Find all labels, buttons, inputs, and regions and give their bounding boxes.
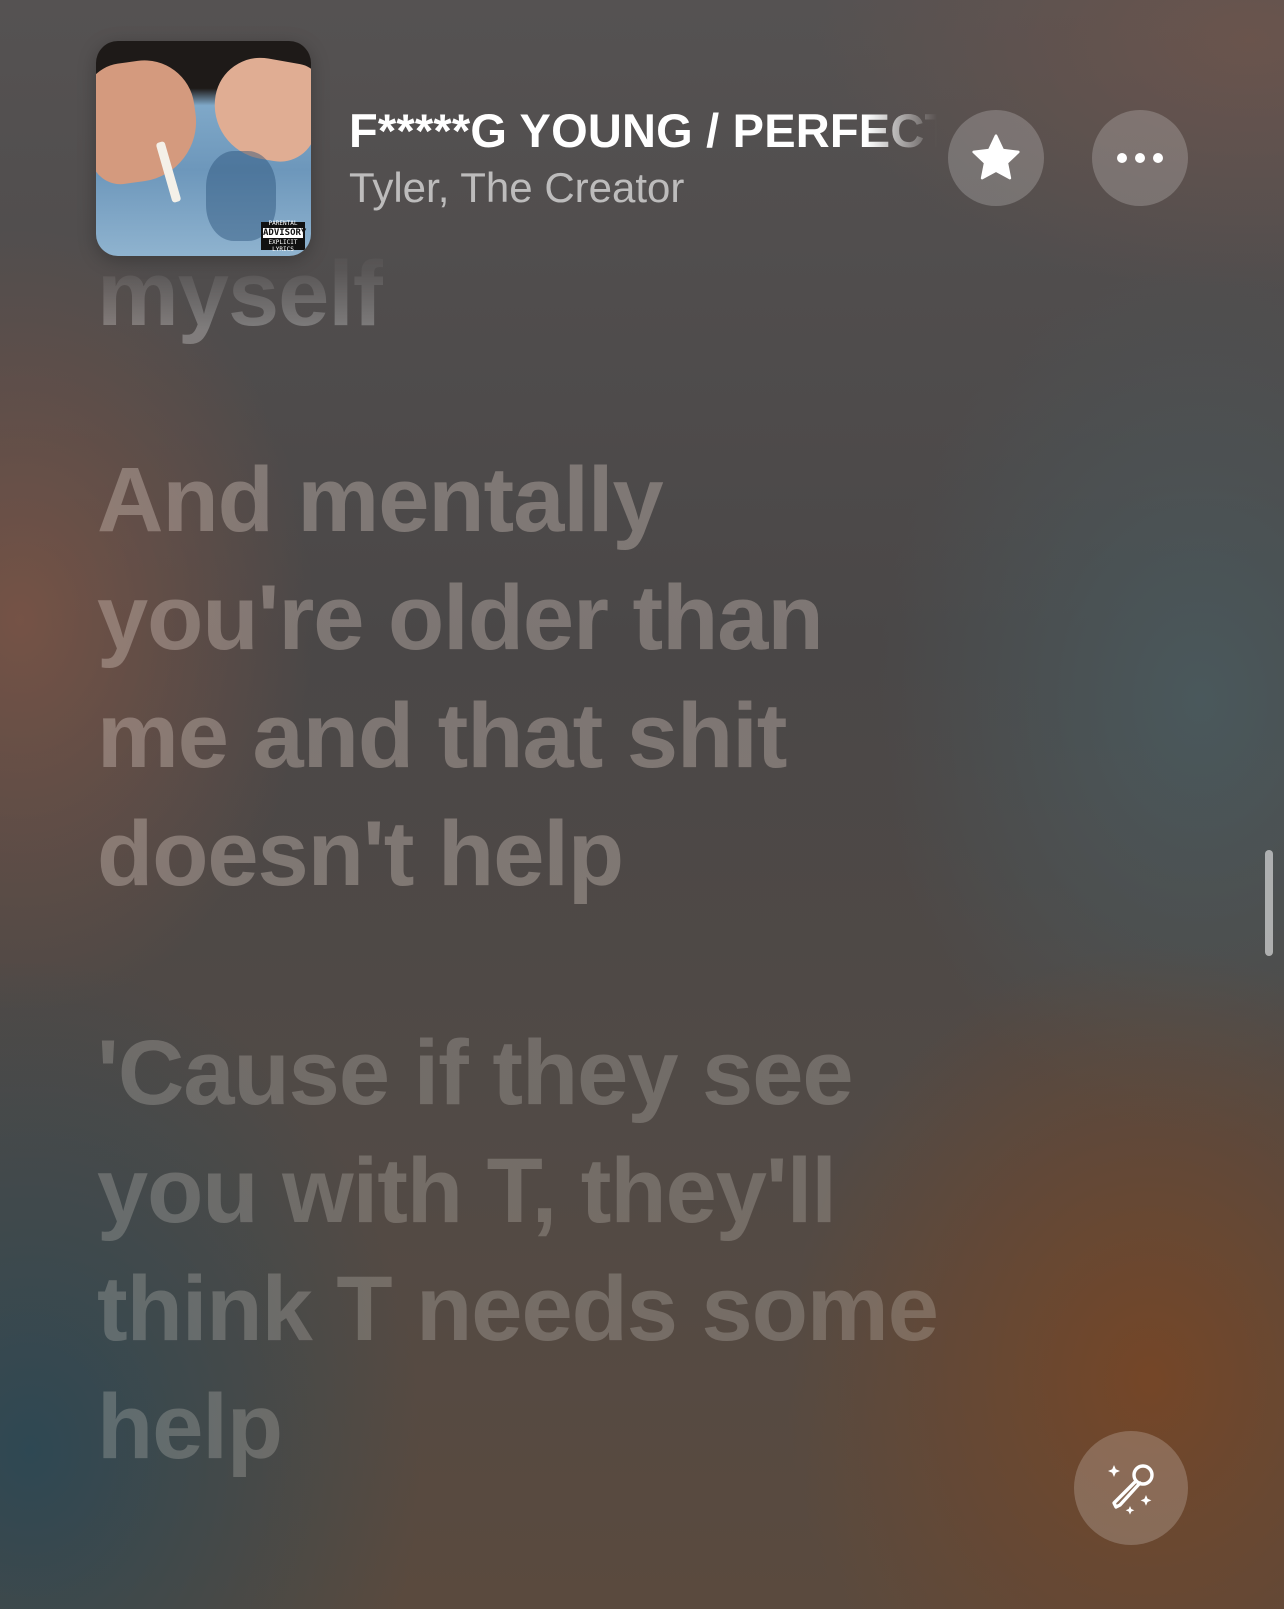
ellipsis-icon <box>1117 153 1163 163</box>
microphone-sparkles-icon <box>1108 1464 1154 1515</box>
advisory-top: PARENTAL <box>268 219 298 227</box>
more-options-button[interactable] <box>1092 110 1188 206</box>
album-art-hand-left <box>96 53 204 189</box>
lyric-line[interactable]: And mentally you're older than me and th… <box>97 441 824 913</box>
now-playing-header: PARENTAL ADVISORY EXPLICIT LYRICS F*****… <box>0 0 1284 260</box>
track-artist: Tyler, The Creator <box>349 164 685 211</box>
sing-button[interactable] <box>1074 1431 1188 1545</box>
track-title: F*****G YOUNG / PERFECT <box>349 104 937 157</box>
advisory-bottom: EXPLICIT LYRICS <box>268 238 298 253</box>
track-info[interactable]: F*****G YOUNG / PERFECT Tyler, The Creat… <box>349 102 937 214</box>
star-icon <box>972 134 1020 180</box>
favorite-button[interactable] <box>948 110 1044 206</box>
album-art[interactable]: PARENTAL ADVISORY EXPLICIT LYRICS <box>96 41 311 256</box>
advisory-main: ADVISORY <box>263 227 307 238</box>
lyric-line[interactable]: 'Cause if they see you with T, they'll t… <box>97 1014 939 1486</box>
parental-advisory-label: PARENTAL ADVISORY EXPLICIT LYRICS <box>261 219 307 253</box>
scrollbar[interactable] <box>1265 850 1273 956</box>
album-art-hand-right <box>206 50 311 168</box>
